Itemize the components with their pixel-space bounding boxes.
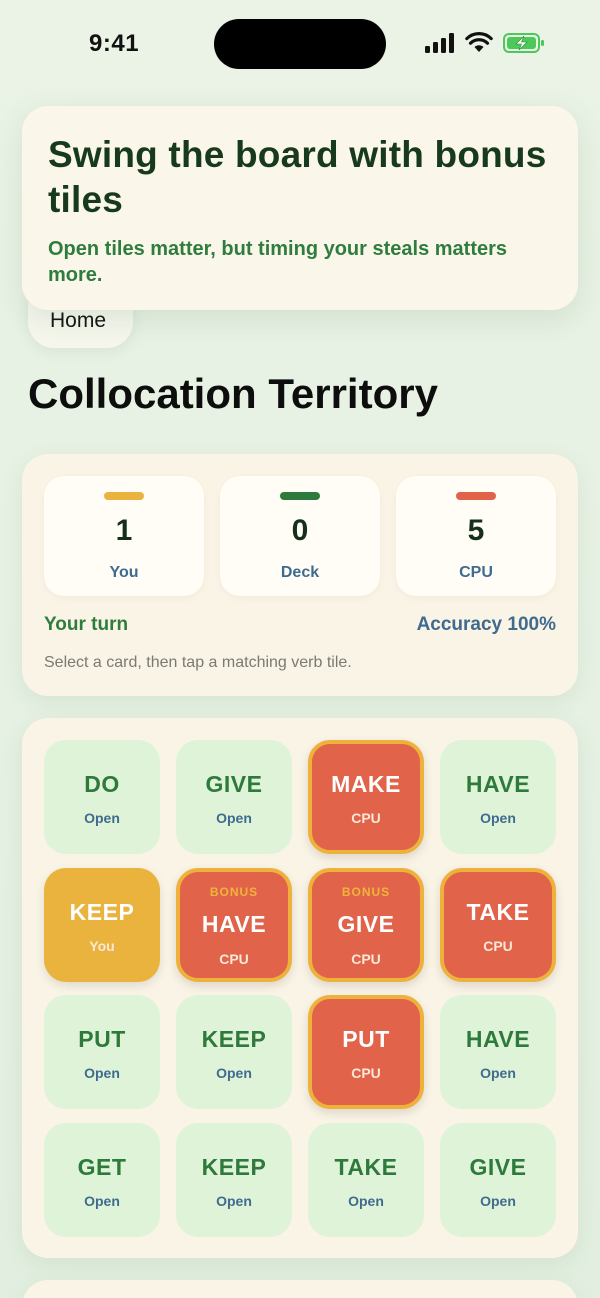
status-time: 9:41 bbox=[89, 30, 140, 57]
tile-verb: PUT bbox=[342, 1026, 390, 1052]
tile-owner: Open bbox=[480, 810, 516, 826]
tile-verb: TAKE bbox=[334, 1154, 398, 1180]
instruction-hint: Select a card, then tap a matching verb … bbox=[44, 654, 352, 671]
tile-owner: CPU bbox=[351, 810, 381, 826]
tile-verb: PUT bbox=[78, 1026, 126, 1052]
toast-subtitle: Open tiles matter, but timing your steal… bbox=[48, 238, 508, 286]
score-cpu-label: CPU bbox=[459, 564, 493, 581]
score-deck-label: Deck bbox=[280, 564, 320, 581]
tile-verb: MAKE bbox=[331, 771, 401, 797]
tile-verb: KEEP bbox=[69, 899, 135, 925]
verb-tile[interactable]: MAKE CPU bbox=[308, 740, 424, 854]
hand-panel bbox=[22, 1280, 578, 1298]
tile-owner: Open bbox=[348, 1193, 384, 1209]
tile-owner: Open bbox=[216, 810, 252, 826]
signal-icon bbox=[425, 33, 454, 53]
score-you-value: 1 bbox=[115, 514, 133, 547]
tile-verb: GIVE bbox=[469, 1154, 527, 1180]
verb-tile[interactable]: PUT CPU bbox=[308, 995, 424, 1109]
tile-verb: TAKE bbox=[466, 899, 530, 925]
tile-owner: You bbox=[89, 938, 115, 954]
verb-tile[interactable]: KEEP Open bbox=[176, 995, 292, 1109]
tile-verb: GIVE bbox=[205, 771, 263, 797]
tile-verb: DO bbox=[84, 771, 120, 797]
tile-owner: Open bbox=[84, 1065, 120, 1081]
tile-verb: GET bbox=[77, 1154, 127, 1180]
tile-bonus-badge: BONUS bbox=[341, 885, 391, 899]
score-cpu: 5 CPU bbox=[396, 476, 556, 596]
score-cpu-color-bar bbox=[456, 492, 496, 500]
tile-verb: KEEP bbox=[201, 1154, 267, 1180]
tile-verb: HAVE bbox=[465, 771, 531, 797]
verb-tile[interactable]: KEEP Open bbox=[176, 1123, 292, 1237]
verb-tile[interactable]: HAVE Open bbox=[440, 740, 556, 854]
battery-charging-icon bbox=[503, 33, 544, 53]
score-you-color-bar bbox=[104, 492, 144, 500]
tile-owner: CPU bbox=[219, 951, 249, 967]
tile-owner: Open bbox=[216, 1193, 252, 1209]
tile-verb: HAVE bbox=[465, 1026, 531, 1052]
tile-owner: Open bbox=[480, 1193, 516, 1209]
verb-tile[interactable]: KEEP You bbox=[44, 868, 160, 982]
score-cpu-value: 5 bbox=[467, 514, 485, 547]
score-deck: 0 Deck bbox=[220, 476, 380, 596]
tile-verb: HAVE bbox=[201, 911, 267, 937]
home-button-label: Home bbox=[50, 309, 107, 332]
tile-verb: KEEP bbox=[201, 1026, 267, 1052]
verb-tile[interactable]: HAVE Open bbox=[440, 995, 556, 1109]
tile-owner: Open bbox=[480, 1065, 516, 1081]
tile-verb: GIVE bbox=[337, 911, 395, 937]
tip-toast: Swing the board with bonus tiles Open ti… bbox=[22, 106, 578, 310]
verb-tile[interactable]: PUT Open bbox=[44, 995, 160, 1109]
verb-tile[interactable]: GIVE Open bbox=[176, 740, 292, 854]
score-you-label: You bbox=[109, 564, 139, 581]
score-panel: 1 You 0 Deck 5 CPU Your turn Accuracy 10… bbox=[22, 454, 578, 696]
tile-owner: CPU bbox=[483, 938, 513, 954]
tile-owner: Open bbox=[216, 1065, 252, 1081]
score-deck-value: 0 bbox=[291, 514, 309, 547]
verb-tile[interactable]: BONUS HAVE CPU bbox=[176, 868, 292, 982]
status-bar: 9:41 bbox=[0, 0, 600, 90]
verb-tile[interactable]: TAKE CPU bbox=[440, 868, 556, 982]
toast-title: Swing the board with bonus tiles bbox=[48, 134, 547, 220]
tile-bonus-badge: BONUS bbox=[209, 885, 259, 899]
tile-owner: CPU bbox=[351, 1065, 381, 1081]
verb-tile[interactable]: DO Open bbox=[44, 740, 160, 854]
wifi-icon bbox=[465, 32, 493, 52]
score-you: 1 You bbox=[44, 476, 204, 596]
score-deck-color-bar bbox=[280, 492, 320, 500]
page-title: Collocation Territory bbox=[28, 370, 438, 417]
verb-tile[interactable]: GIVE Open bbox=[440, 1123, 556, 1237]
tile-owner: Open bbox=[84, 1193, 120, 1209]
turn-indicator: Your turn bbox=[44, 614, 129, 635]
verb-tile[interactable]: BONUS GIVE CPU bbox=[308, 868, 424, 982]
verb-tile[interactable]: TAKE Open bbox=[308, 1123, 424, 1237]
tile-owner: Open bbox=[84, 810, 120, 826]
verb-tile-board: DO Open GIVE Open MAKE CPU HAVE Open KEEP You BONU… bbox=[22, 718, 578, 1258]
tile-owner: CPU bbox=[351, 951, 381, 967]
accuracy-readout: Accuracy 100% bbox=[416, 614, 556, 635]
verb-tile[interactable]: GET Open bbox=[44, 1123, 160, 1237]
dynamic-island bbox=[214, 19, 386, 69]
